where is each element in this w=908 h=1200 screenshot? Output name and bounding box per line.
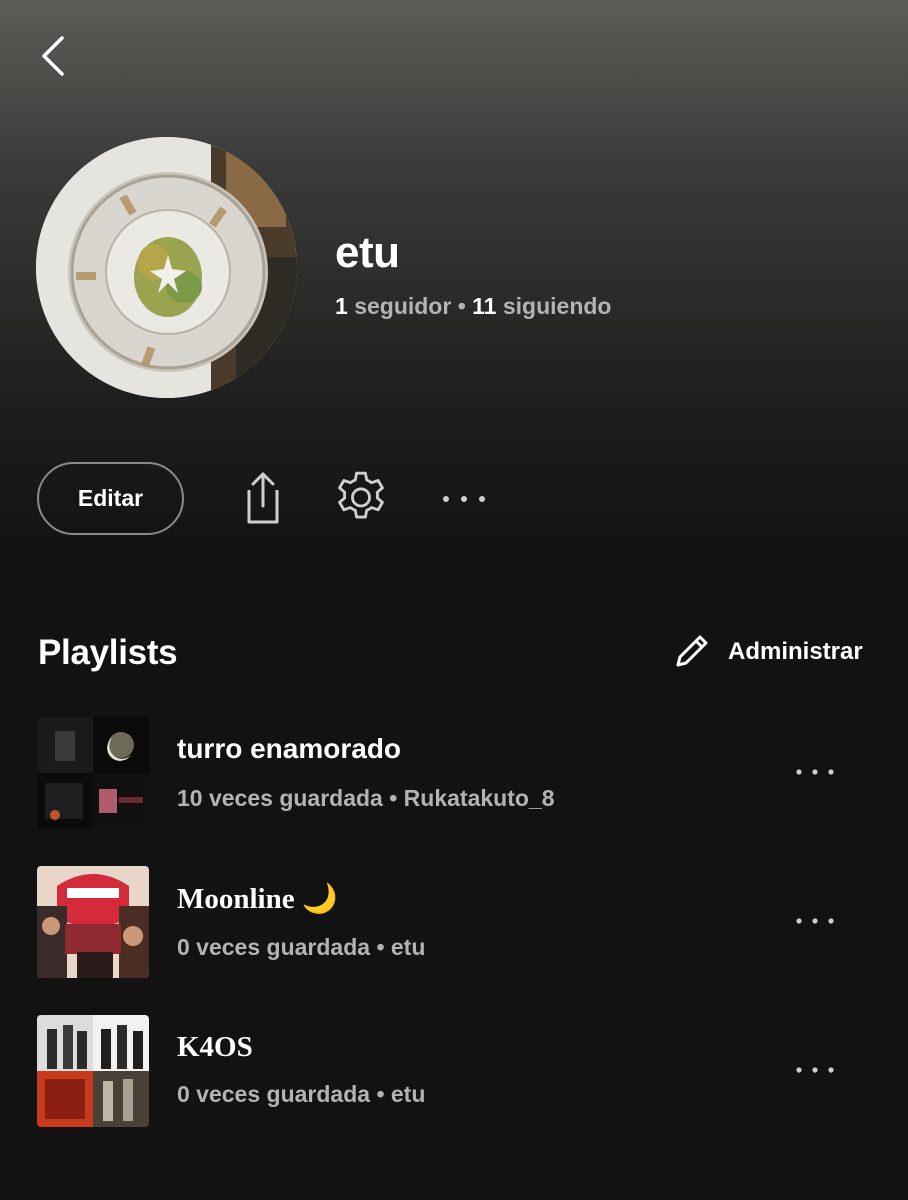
settings-button[interactable] xyxy=(330,468,392,530)
gear-icon xyxy=(338,471,384,519)
playlist-item[interactable]: K4OS 0 veces guardada • etu xyxy=(37,1015,871,1127)
followers-count: 1 xyxy=(335,293,348,319)
playlist-subtitle: 10 veces guardada • Rukatakuto_8 xyxy=(177,785,555,811)
profile-stats[interactable]: 1 seguidor • 11 siguiendo xyxy=(335,293,612,320)
playlists-section-title: Playlists xyxy=(38,633,178,672)
more-horizontal-icon xyxy=(443,496,485,502)
playlist-item[interactable]: turro enamorado 10 veces guardada • Ruka… xyxy=(37,717,871,829)
playlist-more-button[interactable] xyxy=(793,757,837,787)
pencil-icon xyxy=(676,635,708,667)
playlist-cover xyxy=(37,1015,149,1127)
playlist-title: turro enamorado xyxy=(177,733,402,764)
playlist-more-button[interactable] xyxy=(793,906,837,936)
more-options-button[interactable] xyxy=(438,484,490,514)
share-icon xyxy=(247,472,279,524)
more-horizontal-icon xyxy=(796,769,834,775)
more-horizontal-icon xyxy=(796,918,834,924)
stats-separator: • xyxy=(457,293,466,319)
playlist-subtitle: 0 veces guardada • etu xyxy=(177,1081,426,1107)
profile-name: etu xyxy=(335,228,400,277)
more-horizontal-icon xyxy=(796,1067,834,1073)
share-button[interactable] xyxy=(233,468,285,526)
back-button[interactable] xyxy=(36,34,76,78)
following-label: siguiendo xyxy=(502,293,612,319)
playlist-more-button[interactable] xyxy=(793,1055,837,1085)
playlist-cover xyxy=(37,717,149,829)
manage-playlists-button[interactable]: Administrar xyxy=(670,630,863,674)
avatar-image xyxy=(36,137,297,398)
playlist-title: K4OS xyxy=(177,1031,253,1063)
playlist-cover xyxy=(37,866,149,978)
playlist-title: Moonline 🌙 xyxy=(177,883,338,915)
playlist-subtitle: 0 veces guardada • etu xyxy=(177,934,426,960)
profile-avatar[interactable] xyxy=(36,137,297,398)
manage-label: Administrar xyxy=(728,638,863,665)
edit-profile-button[interactable]: Editar xyxy=(37,462,184,535)
chevron-left-icon xyxy=(42,36,64,76)
playlist-item[interactable]: Moonline 🌙 0 veces guardada • etu xyxy=(37,866,871,978)
followers-label: seguidor xyxy=(354,293,452,319)
following-count: 11 xyxy=(472,293,497,319)
